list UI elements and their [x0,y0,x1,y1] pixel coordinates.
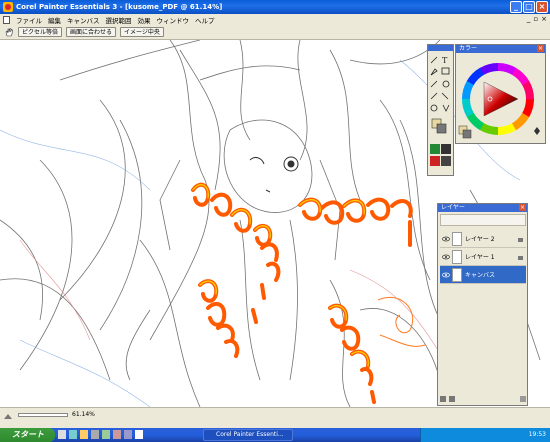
menu-bar: ファイル 編集 キャンバス 選択範囲 効果 ウィンドウ ヘルプ _ ▫ × [0,14,550,25]
pen-tool-icon [430,92,438,100]
secondary-color-indicator [462,129,472,139]
dropper-tool-icon [430,68,438,76]
quick-launch-icon[interactable] [113,430,121,439]
layers-panel-header[interactable]: レイヤー × [438,204,527,212]
clock[interactable]: 19:53 [529,431,546,438]
document-icon[interactable] [3,15,10,24]
layers-panel-title: レイヤー [441,204,465,211]
color-panel-header[interactable]: カラー × [456,45,545,53]
layer-name: キャンバス [465,272,496,279]
layer-composite-controls[interactable] [440,214,526,226]
taskbar-item-label: Corel Painter Essenti... [216,431,284,438]
zoom-slider[interactable] [18,413,68,417]
layer-row-2[interactable]: レイヤー 2 [440,230,526,248]
additional-color-swatch [436,123,447,134]
color-wheel[interactable] [456,53,545,143]
menu-select[interactable]: 選択範囲 [106,15,132,25]
eraser-tool-icon [430,80,438,88]
color-panel-title: カラー [459,45,478,52]
layer-lock-icon[interactable] [517,253,524,260]
color-panel-close-button[interactable]: × [537,45,544,52]
crop-tool-icon [441,67,450,75]
visibility-eye-icon[interactable] [442,271,450,279]
text-tool-icon: T [442,56,448,65]
doc-restore-button[interactable]: ▫ [533,15,538,23]
start-label: スタート [12,430,44,439]
quick-launch-icon[interactable] [58,430,66,439]
nozzle-selector-icon [441,156,451,166]
layer-row-canvas[interactable]: キャンバス [440,266,526,284]
quick-launch-icon[interactable] [124,430,132,439]
pattern-selector-icon [441,144,451,154]
menu-edit[interactable]: 編集 [48,15,61,25]
menu-file[interactable]: ファイル [16,15,42,25]
menu-effects[interactable]: 効果 [138,15,151,25]
layer-lock-icon[interactable] [517,235,524,242]
color-panel: カラー × [455,44,546,144]
gradient-selector-icon [430,156,440,166]
fit-to-screen-button[interactable]: 画面に合わせる [66,27,117,37]
taskbar: スタート Corel Painter Essenti... 19:53 [0,428,550,442]
minimize-button[interactable]: _ [510,1,522,13]
menu-canvas[interactable]: キャンバス [67,15,100,25]
maximize-button[interactable]: □ [523,1,535,13]
quick-launch-icon[interactable] [69,430,77,439]
layers-panel-close-button[interactable]: × [519,204,526,211]
layer-name: レイヤー 2 [465,236,495,243]
title-bar: Corel Painter Essentials 3 - [kusome_PDF… [0,0,550,14]
window-title: Corel Painter Essentials 3 - [kusome_PDF… [16,3,223,11]
system-tray: 19:53 [420,428,550,442]
layer-thumbnail [452,249,462,264]
taskbar-painter-item[interactable]: Corel Painter Essenti... [203,429,293,441]
center-image-button[interactable]: イメージ中央 [120,27,164,37]
actual-pixels-button[interactable]: ピクセル等倍 [18,27,63,37]
visibility-eye-icon[interactable] [442,253,450,261]
doc-minimize-button[interactable]: _ [527,15,531,23]
magnifier-icon [430,104,438,112]
toolbox-panel: T [427,44,454,176]
layer-thumbnail [452,231,462,246]
toolbox-tools: T [430,56,451,166]
brush-tool-icon [430,56,438,64]
layer-mask-icon[interactable] [449,395,455,402]
quick-launch-icon[interactable] [102,430,110,439]
layers-panel: レイヤー × レイヤー 2 レイヤー 1 キャンバス [437,203,528,406]
menu-help[interactable]: ヘルプ [195,15,215,25]
layer-thumbnail [452,267,462,282]
paper-selector-icon [430,144,440,154]
layer-name: レイヤー 1 [465,254,495,261]
quick-launch-icon[interactable] [135,430,143,439]
grabber-hand-icon[interactable] [4,27,14,37]
layer-row-1[interactable]: レイヤー 1 [440,248,526,266]
selection-tool-icon [442,80,450,88]
property-bar: ピクセル等倍 画面に合わせる イメージ中央 [0,25,550,40]
quick-launch-icon[interactable] [91,430,99,439]
quick-launch-icon[interactable] [80,430,88,439]
painter-app-icon [3,2,13,12]
hand-tool-icon [442,104,450,112]
color-dropper-icon [534,127,540,135]
menu-window[interactable]: ウィンドウ [157,15,190,25]
zoom-level: 61.14% [72,411,95,418]
delete-layer-icon[interactable] [520,395,526,402]
smudge-tool-icon [441,92,449,100]
zoom-out-icon[interactable] [3,411,15,421]
visibility-eye-icon[interactable] [442,235,450,243]
doc-close-button[interactable]: × [541,15,547,23]
start-button[interactable]: スタート [0,428,55,442]
quick-launch [58,430,143,439]
new-layer-icon[interactable] [440,395,446,402]
close-button[interactable]: × [536,1,548,13]
status-bar: 61.14% [0,407,550,428]
layer-panel-footer [440,394,526,403]
